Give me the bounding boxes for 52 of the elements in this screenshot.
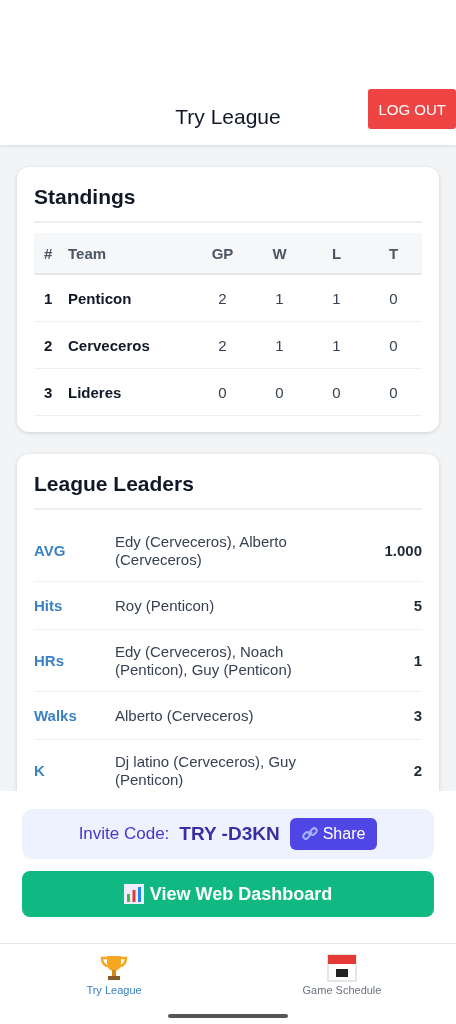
table-cell: 1	[34, 274, 67, 322]
column-header: #	[34, 233, 67, 274]
table-cell: 0	[365, 321, 422, 369]
table-cell: Cerveceros	[67, 321, 194, 369]
table-cell: 1	[251, 274, 308, 322]
link-icon	[301, 826, 318, 842]
share-button[interactable]: Share	[289, 818, 378, 850]
stat-label: Hits	[34, 597, 64, 614]
trophy-icon	[98, 954, 130, 982]
column-header: W	[251, 233, 308, 274]
stat-value: 2	[413, 762, 422, 779]
table-cell: 1	[251, 321, 308, 369]
leader-names: Roy (Penticon)	[115, 596, 216, 615]
nav-tab[interactable]: Try League	[0, 944, 228, 1024]
table-cell: 2	[194, 274, 251, 322]
leader-names: Alberto (Cerveceros)	[115, 706, 255, 725]
card-title: League Leaders	[34, 472, 195, 496]
stat-label: K	[34, 762, 46, 779]
calendar-icon	[327, 954, 357, 982]
table-cell: 1	[308, 321, 365, 369]
invite-label: Invite Code:	[78, 824, 170, 844]
table-cell: 0	[194, 368, 251, 416]
table-cell: Penticon	[67, 274, 194, 322]
table-cell: 1	[308, 274, 365, 322]
dashboard-button[interactable]: View Web Dashboard	[22, 871, 434, 917]
card-title: Standings	[34, 185, 137, 209]
logout-button[interactable]: LOG OUT	[368, 89, 456, 129]
column-header: T	[365, 233, 422, 274]
stat-value: 5	[413, 597, 422, 614]
leader-names: Edy (Cerveceros), Noach (Penticon), Guy (Penticon)	[115, 642, 293, 679]
table-cell: Lideres	[67, 368, 194, 416]
bar-chart-icon	[123, 884, 144, 904]
column-header: Team	[67, 233, 194, 274]
column-header: L	[308, 233, 365, 274]
stat-value: 3	[413, 707, 422, 724]
table-cell: 3	[34, 368, 67, 416]
stat-value: 1.000	[384, 542, 422, 559]
table-cell: 0	[308, 368, 365, 416]
leader-names: Dj latino (Cerveceros), Guy (Penticon)	[115, 752, 297, 789]
column-header: GP	[194, 233, 251, 274]
table-cell: 0	[365, 368, 422, 416]
stat-label: AVG	[34, 542, 67, 559]
table-cell: 2	[34, 321, 67, 369]
table-cell: 0	[251, 368, 308, 416]
leader-names: Edy (Cerveceros), Alberto (Cerveceros)	[115, 532, 288, 569]
table-cell: 0	[365, 274, 422, 322]
screen-title: Try League	[175, 104, 281, 129]
stat-value: 1	[413, 652, 422, 669]
invite-code: TRY -D3KN	[179, 823, 280, 845]
stat-label: Walks	[34, 707, 78, 724]
stat-label: HRs	[34, 652, 65, 669]
table-cell: 2	[194, 321, 251, 369]
